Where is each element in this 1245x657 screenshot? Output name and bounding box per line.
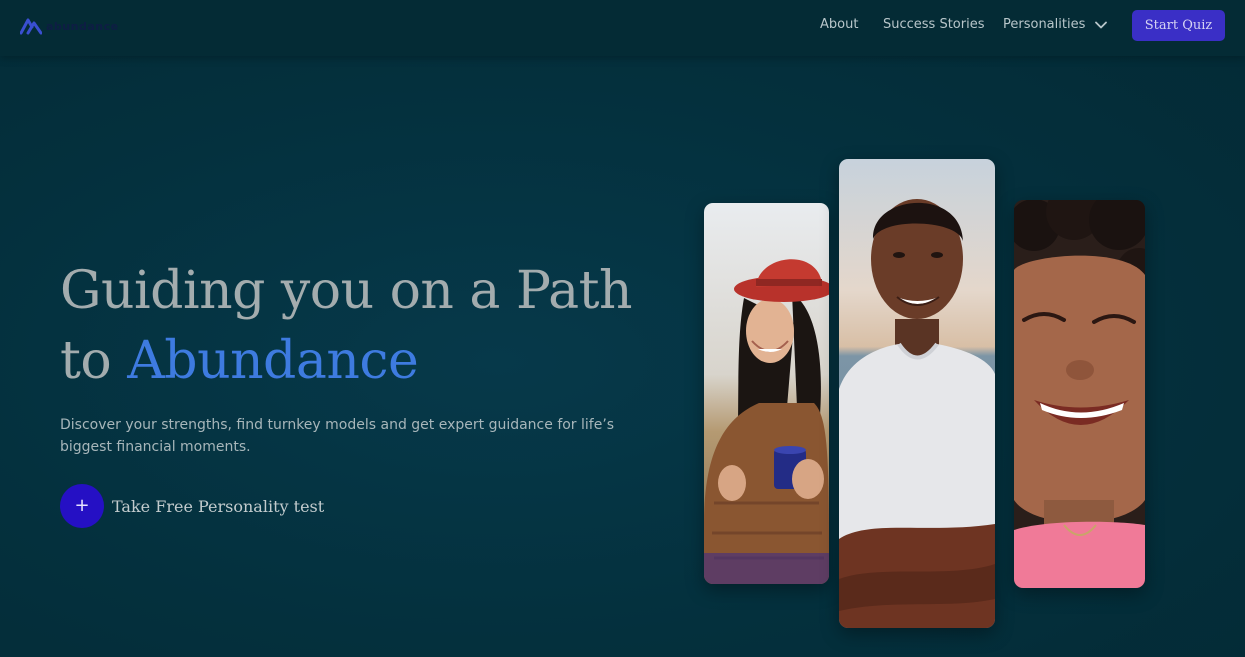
take-test-label[interactable]: Take Free Personality test [112,497,324,516]
headline-to: to [60,331,128,391]
photo-card-man-white-shirt [839,159,995,628]
photo-card-woman-red-hat [704,203,829,584]
headline-accent-word: Abundance [127,331,419,391]
hero-subtext: Discover your strengths, find turnkey mo… [60,417,615,455]
nav-link-success-stories[interactable]: Success Stories [883,17,985,32]
plus-icon[interactable]: + [60,484,104,528]
take-test-cta[interactable]: + Take Free Personality test [60,484,324,528]
logo-icon [20,18,42,35]
nav-dropdown-personalities[interactable]: Personalities [1003,17,1108,32]
headline-line-1: Guiding you on a Path [60,261,633,321]
top-nav: abundance About Success Stories Personal… [0,0,1245,56]
landing-page: abundance About Success Stories Personal… [0,0,1245,657]
nav-dropdown-label: Personalities [1003,17,1086,32]
hero-headline: Guiding you on a Path to Abundance [60,256,700,396]
logo-wordmark: abundance [46,19,119,33]
photo-card-woman-curly-hair [1014,200,1145,588]
start-quiz-button[interactable]: Start Quiz [1132,10,1225,41]
chevron-down-icon [1095,21,1108,28]
brand-logo[interactable]: abundance [20,15,119,37]
nav-link-about[interactable]: About [820,17,858,32]
